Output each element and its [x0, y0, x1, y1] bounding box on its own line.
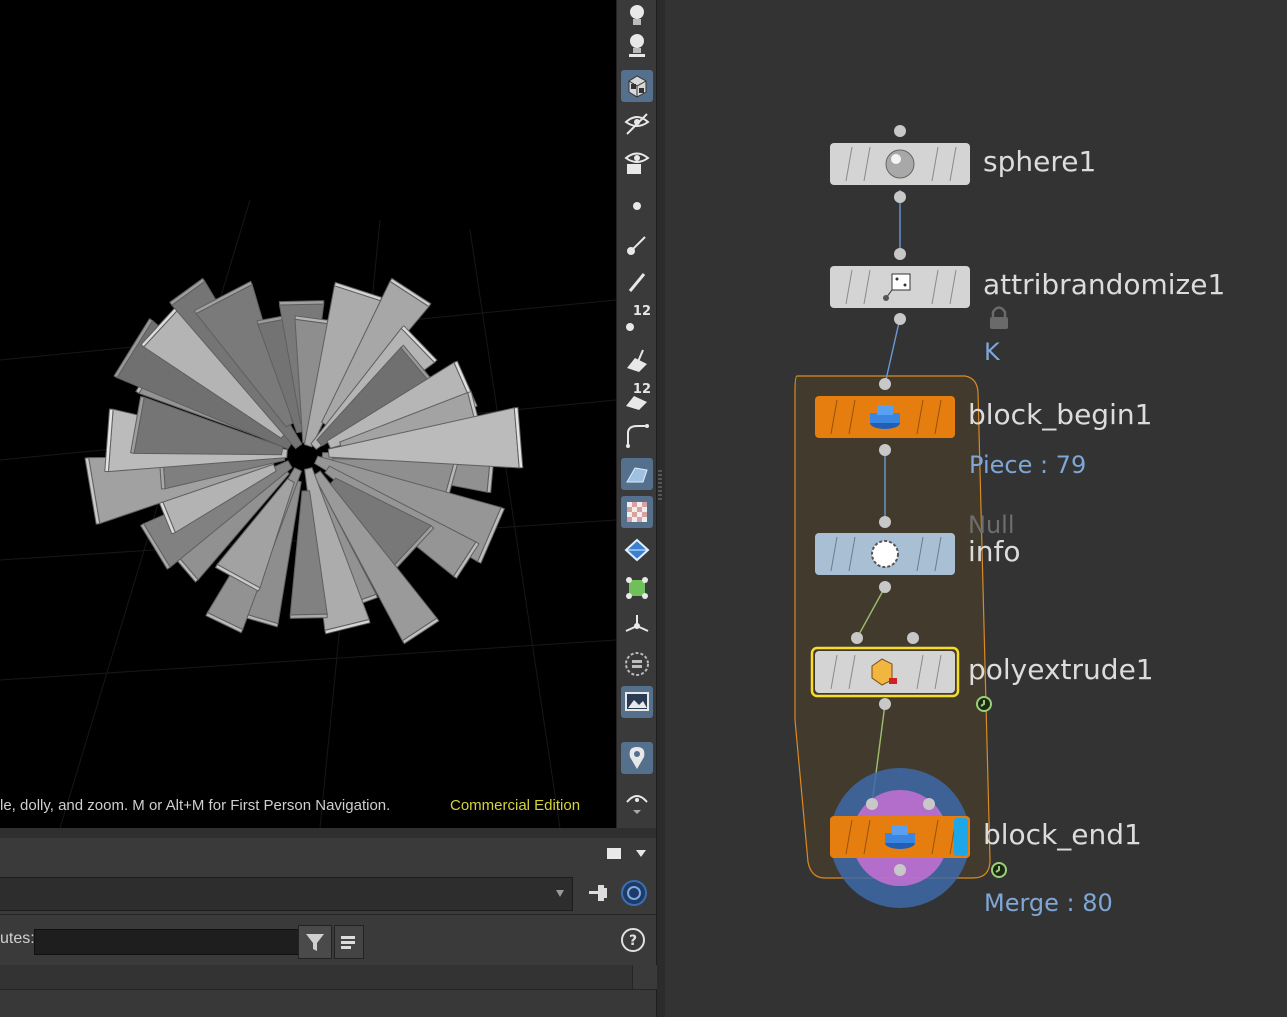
column-options-icon[interactable] [334, 925, 364, 959]
extruded-piece-cap [278, 300, 325, 306]
spreadsheet-body[interactable] [0, 990, 656, 1017]
node-tile-block-begin1[interactable] [815, 396, 955, 438]
extruded-sphere-model [84, 277, 524, 645]
curve-icon[interactable] [621, 420, 653, 452]
ghost-circle-icon[interactable] [621, 648, 653, 680]
node-label-attribrandomize1[interactable]: attribrandomize1 [983, 268, 1225, 301]
viewport-hint: le, dolly, and zoom. M or Alt+M for Firs… [0, 797, 390, 814]
tool-badge: 12 [632, 304, 651, 319]
display-flag[interactable] [954, 818, 968, 856]
network-graph [794, 125, 1008, 908]
uv-diamond-icon[interactable] [621, 534, 653, 566]
filter-row: utes: ? [0, 914, 656, 966]
headlight-icon[interactable] [621, 30, 653, 62]
viewport-geometry [0, 199, 616, 828]
node-tile-sphere1[interactable] [830, 143, 970, 185]
scene-viewport[interactable]: le, dolly, and zoom. M or Alt+M for Firs… [0, 0, 616, 828]
node-label-polyextrude1[interactable]: polyextrude1 [968, 653, 1154, 686]
pen-icon[interactable] [621, 266, 653, 298]
primitive-normal-icon[interactable] [621, 344, 653, 376]
node-info-piece: Piece : 79 [969, 451, 1087, 479]
path-row [0, 874, 656, 914]
extruded-piece-cap [289, 613, 328, 619]
navigation-hint: le, dolly, and zoom. M or Alt+M for Firs… [0, 797, 391, 814]
svg-text:?: ? [629, 933, 637, 949]
shaded-cube-icon[interactable] [621, 70, 653, 102]
link-target-icon[interactable] [620, 879, 648, 907]
filter-funnel-icon[interactable] [298, 925, 332, 959]
display-options-icon[interactable] [621, 784, 653, 816]
normal-line-icon[interactable] [621, 228, 653, 260]
checker-texture-icon[interactable] [621, 496, 653, 528]
viewport-toolbar: 12 12 [616, 0, 657, 828]
camera-eye-icon[interactable] [621, 146, 653, 178]
null-node-icon [871, 540, 899, 568]
node-tile-polyextrude1[interactable] [810, 646, 960, 698]
visibility-eye-icon[interactable] [621, 108, 653, 140]
panel-header [0, 838, 656, 875]
sphere-node-icon [885, 149, 915, 179]
node-tile-attribrandomize1[interactable] [830, 266, 970, 308]
node-tile-block-end1[interactable] [830, 816, 970, 858]
attributes-filter-label: utes: [0, 930, 35, 947]
node-label-info[interactable]: info [968, 535, 1021, 568]
attribute-filter-input[interactable] [34, 929, 302, 955]
spreadsheet-header [0, 965, 657, 990]
help-icon[interactable]: ? [620, 927, 646, 953]
light-bulb-icon[interactable] [621, 0, 653, 32]
primitive-numbers-icon[interactable]: 12 [621, 382, 653, 414]
node-label-block-end1[interactable]: block_end1 [983, 818, 1142, 851]
node-info-merge: Merge : 80 [984, 889, 1113, 917]
node-label-block-begin1[interactable]: block_begin1 [968, 398, 1152, 431]
network-editor[interactable]: sphere1 attribrandomize1 K block_begin1 … [665, 0, 1287, 1017]
geometry-spreadsheet-panel: utes: ? [0, 828, 657, 1017]
panel-maximize-icon[interactable] [607, 848, 621, 859]
clock-icon [976, 696, 992, 712]
point-icon[interactable] [621, 190, 653, 222]
point-numbers-icon[interactable]: 12 [621, 304, 653, 336]
node-label-sphere1[interactable]: sphere1 [983, 145, 1096, 178]
location-pin-icon[interactable] [621, 742, 653, 774]
shading-plane-icon[interactable] [621, 458, 653, 490]
background-image-icon[interactable] [621, 686, 653, 718]
tool-badge: 12 [632, 382, 651, 397]
node-tile-info[interactable] [815, 533, 955, 575]
edition-label: Commercial Edition [450, 797, 581, 814]
axis-handle-icon[interactable] [621, 610, 653, 642]
wire-attribrandomize-blockbegin [884, 317, 901, 385]
node-flag-text: K [984, 338, 1000, 366]
panel-menu-chevron-icon[interactable] [636, 850, 646, 857]
chevron-down-icon [556, 890, 564, 897]
template-geometry-icon[interactable] [621, 572, 653, 604]
pin-icon[interactable] [586, 880, 612, 906]
lock-icon[interactable] [990, 306, 1008, 330]
splitter-grip[interactable] [658, 470, 662, 500]
clock-icon [991, 862, 1007, 878]
node-path-dropdown[interactable] [0, 877, 573, 911]
